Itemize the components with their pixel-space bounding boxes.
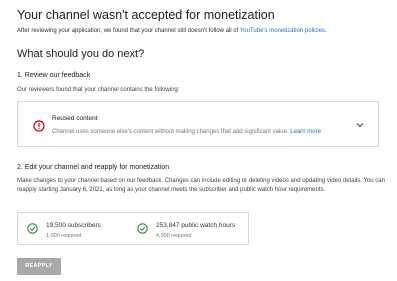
watch-hours-count: 253,847 public watch hours (156, 222, 236, 229)
reapply-instructions: Make changes to your channel based on ou… (17, 178, 385, 193)
feedback-description-text: Channel uses someone else's content with… (52, 129, 289, 135)
intro-text: After reviewing your application, we fou… (17, 27, 389, 35)
feedback-description: Channel uses someone else's content with… (52, 128, 321, 136)
requirements-box: 19,500 subscribers 1,000 required 253,84… (17, 212, 249, 245)
reviewers-note: Our reviewers found that your channel co… (17, 87, 180, 93)
requirement-watch-hours: 253,847 public watch hours 4,000 require… (128, 213, 248, 244)
subscribers-required: 1,000 required (46, 233, 82, 239)
learn-more-link[interactable]: Learn more (290, 129, 321, 135)
watch-hours-required: 4,000 required (156, 233, 192, 239)
feedback-title: Reused content (52, 115, 98, 122)
reused-content-feedback-card[interactable]: Reused content Channel uses someone else… (17, 101, 379, 147)
reapply-button[interactable]: REAPPLY (17, 258, 61, 275)
intro-text-body: After reviewing your application, we fou… (17, 28, 240, 34)
check-circle-icon (27, 223, 38, 234)
chevron-down-icon[interactable] (356, 122, 364, 128)
check-circle-icon (137, 223, 148, 234)
subscribers-count: 19,500 subscribers (46, 222, 101, 229)
next-steps-heading: What should you do next? (17, 48, 145, 60)
review-feedback-heading: 1. Review our feedback (17, 72, 91, 79)
requirement-subscribers: 19,500 subscribers 1,000 required (18, 213, 128, 244)
intro-text-end: . (324, 28, 327, 34)
alert-circle-icon (33, 120, 45, 132)
monetization-policies-link[interactable]: YouTube's monetization policies (240, 28, 325, 34)
monetization-status-page: Your channel wasn't accepted for monetiz… (0, 0, 397, 281)
page-title: Your channel wasn't accepted for monetiz… (17, 8, 275, 22)
reapply-heading: 2. Edit your channel and reapply for mon… (17, 164, 170, 171)
